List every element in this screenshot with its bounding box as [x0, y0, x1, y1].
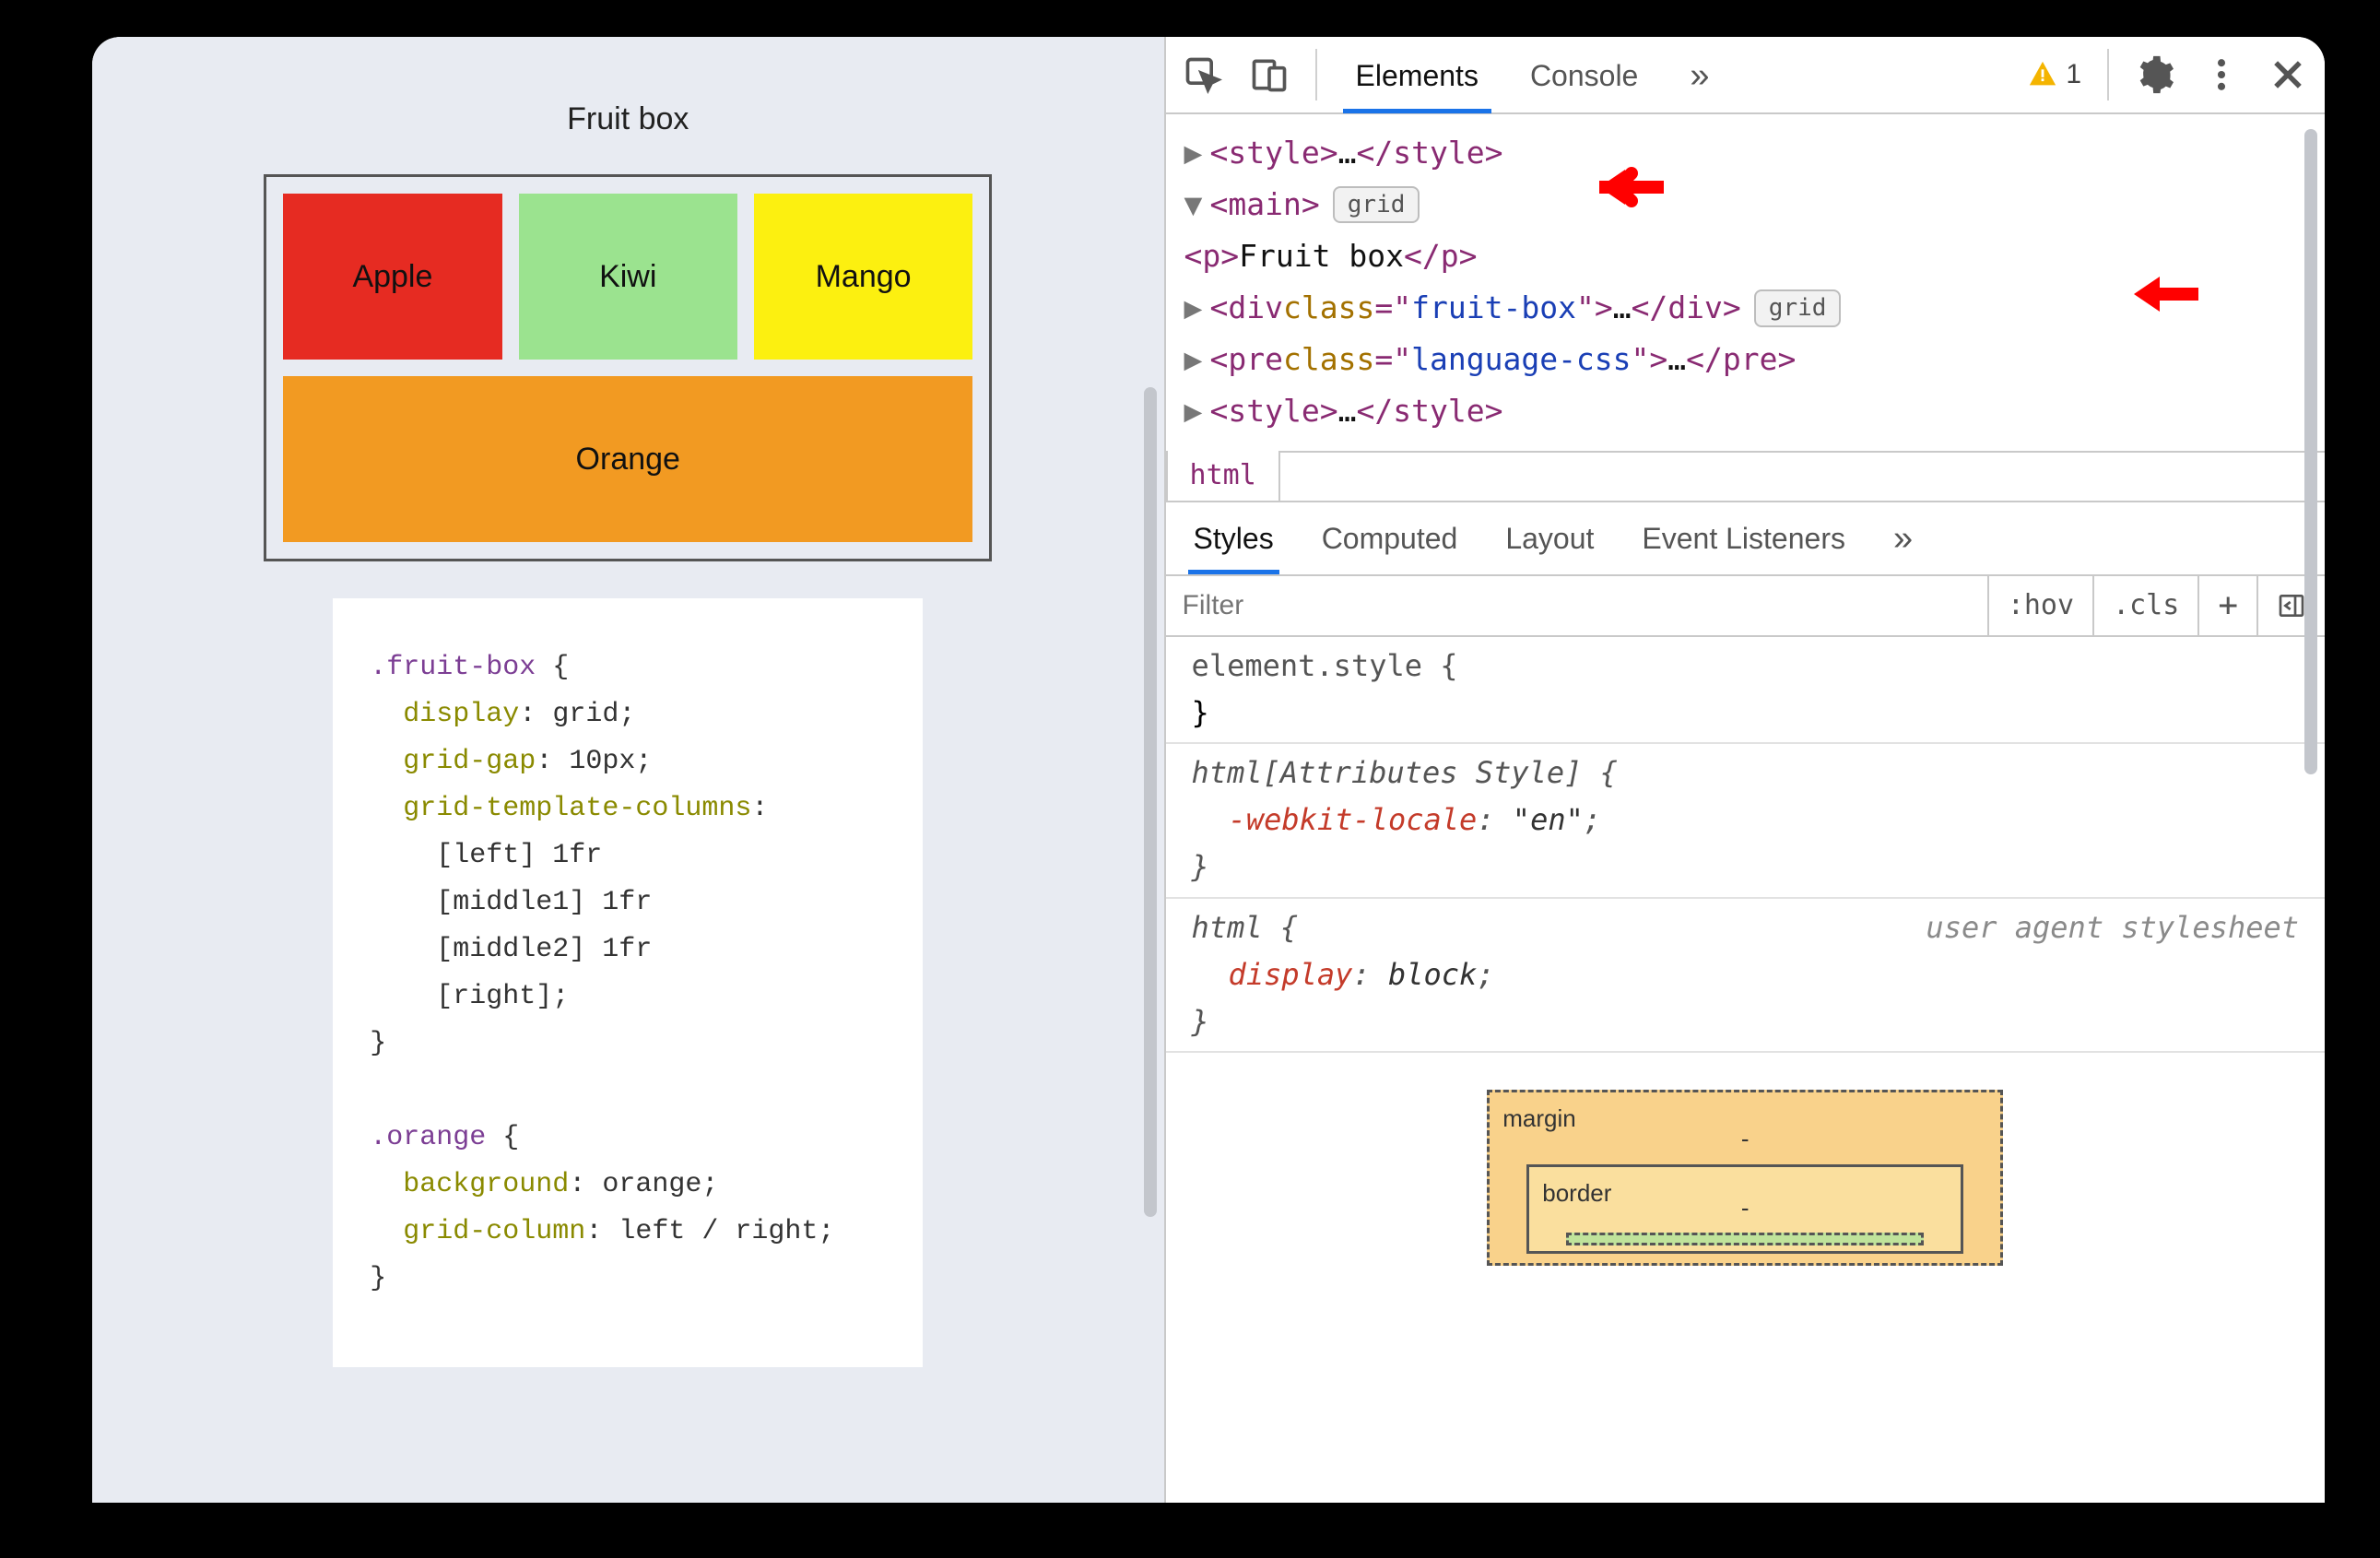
fruit-orange: Orange: [283, 376, 972, 542]
box-model[interactable]: margin - border -: [1487, 1090, 2003, 1266]
subtab-more[interactable]: »: [1888, 501, 1918, 575]
close-icon[interactable]: [2268, 54, 2308, 95]
rule-html-useragent[interactable]: html {user agent stylesheet display: blo…: [1166, 899, 2325, 1054]
annotation-arrow-icon: [2134, 271, 2198, 317]
devtools-toolbar: Elements Console » 1: [1166, 37, 2325, 114]
grid-badge[interactable]: grid: [1754, 289, 1842, 326]
dom-breadcrumb[interactable]: html: [1166, 451, 2325, 502]
rule-source: user agent stylesheet: [1926, 904, 2299, 951]
tab-console[interactable]: Console: [1517, 39, 1651, 112]
fruit-mango: Mango: [754, 194, 972, 360]
filter-input[interactable]: [1166, 576, 1987, 635]
subtab-layout[interactable]: Layout: [1500, 503, 1599, 572]
dom-row-main[interactable]: ▼<main>grid: [1184, 179, 2325, 230]
hov-button[interactable]: :hov: [1987, 576, 2092, 635]
fruit-apple: Apple: [283, 194, 501, 360]
device-toggle-icon[interactable]: [1249, 54, 1290, 95]
subtab-styles[interactable]: Styles: [1188, 503, 1279, 572]
inspect-icon[interactable]: [1183, 54, 1223, 95]
annotation-arrow-icon: [1599, 164, 1664, 210]
fruit-box-grid: Apple Kiwi Mango Orange: [264, 174, 992, 561]
fruit-kiwi: Kiwi: [519, 194, 737, 360]
devtools-pane: Elements Console » 1: [1164, 37, 2325, 1503]
tab-elements[interactable]: Elements: [1343, 39, 1491, 112]
breadcrumb-item[interactable]: html: [1166, 451, 1280, 501]
cls-button[interactable]: .cls: [2092, 576, 2197, 635]
preview-pane: Fruit box Apple Kiwi Mango Orange .fruit…: [92, 37, 1164, 1503]
kebab-menu-icon[interactable]: [2201, 54, 2242, 95]
subtab-computed[interactable]: Computed: [1316, 503, 1464, 572]
code-snippet: .fruit-box { display: grid; grid-gap: 10…: [333, 598, 923, 1367]
preview-title: Fruit box: [166, 101, 1090, 137]
rule-html-attributes[interactable]: html[Attributes Style] { -webkit-locale:…: [1166, 744, 2325, 899]
dom-row-pre[interactable]: ▶<pre class="language-css">…</pre>: [1184, 334, 2325, 385]
styles-subtabs: Styles Computed Layout Event Listeners »: [1166, 502, 2325, 576]
preview-scrollbar[interactable]: [1144, 387, 1157, 1217]
warning-badge[interactable]: 1: [2027, 59, 2081, 90]
styles-panel[interactable]: element.style { } html[Attributes Style]…: [1166, 637, 2325, 1503]
tab-more[interactable]: »: [1677, 37, 1722, 114]
styles-toolbar: :hov .cls +: [1166, 576, 2325, 637]
window: Fruit box Apple Kiwi Mango Orange .fruit…: [92, 37, 2325, 1503]
toolbar-separator: [2107, 49, 2109, 100]
dom-row-style-1[interactable]: ▶<style>…</style>: [1184, 127, 2325, 179]
border-label: border: [1542, 1174, 1611, 1213]
margin-label: margin: [1502, 1100, 1575, 1139]
devtools-scrollbar[interactable]: [2304, 129, 2317, 774]
dom-tree[interactable]: ▶<style>…</style> ▼<main>grid <p>Fruit b…: [1166, 114, 2325, 451]
dom-row-style-2[interactable]: ▶<style>…</style>: [1184, 385, 2325, 437]
subtab-event-listeners[interactable]: Event Listeners: [1636, 503, 1851, 572]
settings-icon[interactable]: [2135, 54, 2175, 95]
warning-count: 1: [2066, 59, 2081, 90]
rule-element-style[interactable]: element.style { }: [1166, 637, 2325, 744]
toolbar-separator: [1315, 49, 1317, 100]
grid-badge[interactable]: grid: [1333, 186, 1420, 223]
new-rule-button[interactable]: +: [2197, 576, 2256, 635]
